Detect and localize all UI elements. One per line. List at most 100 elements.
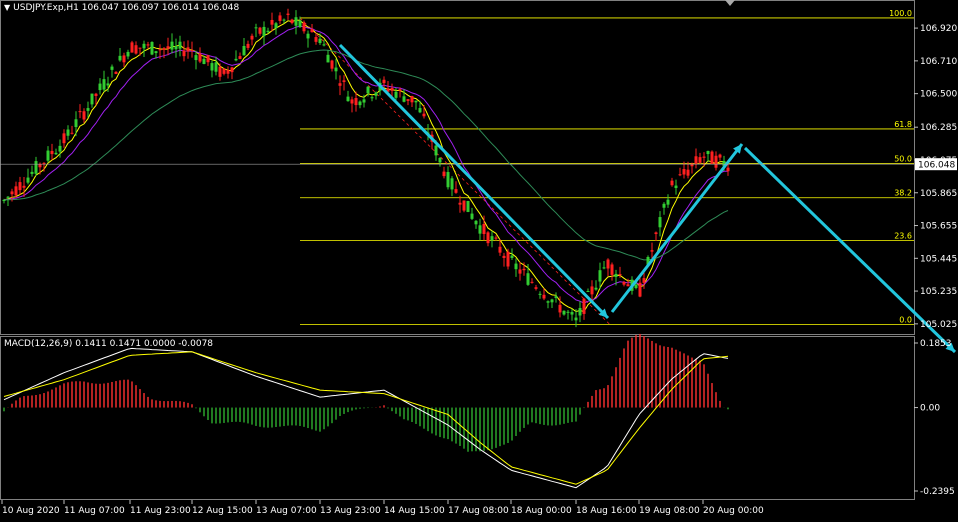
bull-candle — [262, 26, 266, 37]
bear-candle — [582, 298, 586, 314]
bear-candle — [286, 13, 290, 15]
bear-candle — [442, 171, 446, 177]
bull-candle — [54, 152, 58, 155]
bull-candle — [254, 27, 258, 29]
bull-candle — [6, 196, 10, 198]
time-tick-label: 13 Aug 07:00 — [256, 506, 317, 516]
bear-candle — [670, 180, 674, 186]
bull-candle — [242, 45, 246, 56]
bear-candle — [134, 45, 138, 54]
bull-candle — [566, 311, 570, 313]
bull-candle — [402, 96, 406, 102]
bull-candle — [346, 96, 350, 102]
bull-candle — [294, 17, 298, 26]
bull-candle — [418, 108, 422, 113]
bear-candle — [382, 79, 386, 84]
time-tick-label: 11 Aug 07:00 — [64, 506, 125, 516]
bull-candle — [102, 79, 106, 90]
bear-candle — [186, 47, 190, 52]
symbol-label: USDJPY.Exp,H1 — [13, 3, 79, 13]
time-tick-label: 10 Aug 2020 — [2, 506, 60, 516]
fib-level-label: 38.2 — [894, 189, 912, 198]
time-tick-label: 17 Aug 08:00 — [448, 506, 509, 516]
bull-candle — [594, 287, 598, 290]
bull-candle — [586, 291, 590, 293]
bear-candle — [498, 246, 502, 253]
bear-candle — [290, 19, 294, 24]
bear-candle — [10, 191, 14, 195]
bull-candle — [174, 45, 178, 50]
bear-candle — [702, 156, 706, 158]
bull-candle — [142, 43, 146, 49]
bear-candle — [406, 99, 410, 101]
bull-candle — [562, 310, 566, 315]
bull-candle — [446, 172, 450, 188]
bear-candle — [682, 169, 686, 175]
bear-candle — [710, 151, 714, 165]
bear-candle — [62, 133, 66, 144]
bear-candle — [590, 286, 594, 295]
bear-candle — [354, 98, 358, 106]
bear-candle — [626, 284, 630, 287]
bull-candle — [666, 199, 670, 205]
bear-candle — [302, 22, 306, 32]
bull-candle — [282, 19, 286, 21]
bull-candle — [490, 236, 494, 241]
bull-candle — [26, 177, 30, 183]
bear-candle — [486, 232, 490, 244]
bull-candle — [658, 217, 662, 228]
bear-candle — [222, 68, 226, 74]
bull-candle — [578, 308, 582, 316]
bull-candle — [150, 41, 154, 55]
bull-candle — [598, 270, 602, 282]
bear-candle — [698, 157, 702, 163]
bull-candle — [266, 30, 270, 32]
bear-candle — [230, 67, 234, 73]
bull-candle — [118, 55, 122, 61]
bull-candle — [706, 150, 710, 155]
bull-candle — [570, 312, 574, 315]
bull-candle — [322, 44, 326, 46]
bear-candle — [678, 174, 682, 176]
fib-level-label: 61.8 — [894, 120, 912, 129]
bull-candle — [362, 99, 366, 103]
bear-candle — [130, 42, 134, 53]
bear-candle — [258, 27, 262, 34]
bear-candle — [654, 232, 658, 235]
time-tick-label: 13 Aug 23:00 — [320, 506, 381, 516]
bear-candle — [50, 150, 54, 155]
bear-candle — [78, 111, 82, 113]
time-tick-label: 14 Aug 15:00 — [384, 506, 445, 516]
bull-candle — [194, 55, 198, 61]
bear-candle — [158, 49, 162, 51]
bear-candle — [82, 111, 86, 120]
chart-background — [0, 0, 958, 518]
time-tick-label: 18 Aug 00:00 — [511, 506, 572, 516]
chart-canvas[interactable]: 100.0 61.8 50.0 38.2 23.6 0.0 106.920 106.710 1… — [0, 0, 958, 518]
price-tick-label: 106.920 — [920, 24, 957, 34]
bull-candle — [546, 301, 550, 303]
bull-candle — [274, 23, 278, 29]
bear-candle — [494, 237, 498, 239]
time-tick-label: 20 Aug 00:00 — [703, 506, 764, 516]
bear-candle — [530, 281, 534, 283]
bull-candle — [202, 58, 206, 64]
bear-candle — [458, 202, 462, 205]
bull-candle — [214, 62, 218, 72]
macd-tick-label: 0.1853 — [920, 339, 952, 349]
bear-candle — [482, 223, 486, 235]
bull-candle — [86, 108, 90, 111]
time-tick-label: 12 Aug 15:00 — [192, 506, 253, 516]
bear-candle — [310, 29, 314, 33]
bear-candle — [70, 132, 74, 134]
bear-candle — [686, 169, 690, 176]
bull-candle — [394, 91, 398, 98]
collapse-triangle-icon[interactable]: ▼ — [4, 3, 10, 12]
trading-chart[interactable]: 100.0 61.8 50.0 38.2 23.6 0.0 106.920 106.710 1… — [0, 0, 958, 518]
bull-candle — [662, 203, 666, 208]
bear-candle — [714, 155, 718, 168]
bear-candle — [606, 259, 610, 269]
bear-candle — [638, 282, 642, 297]
bull-candle — [614, 273, 618, 277]
bull-candle — [90, 93, 94, 105]
